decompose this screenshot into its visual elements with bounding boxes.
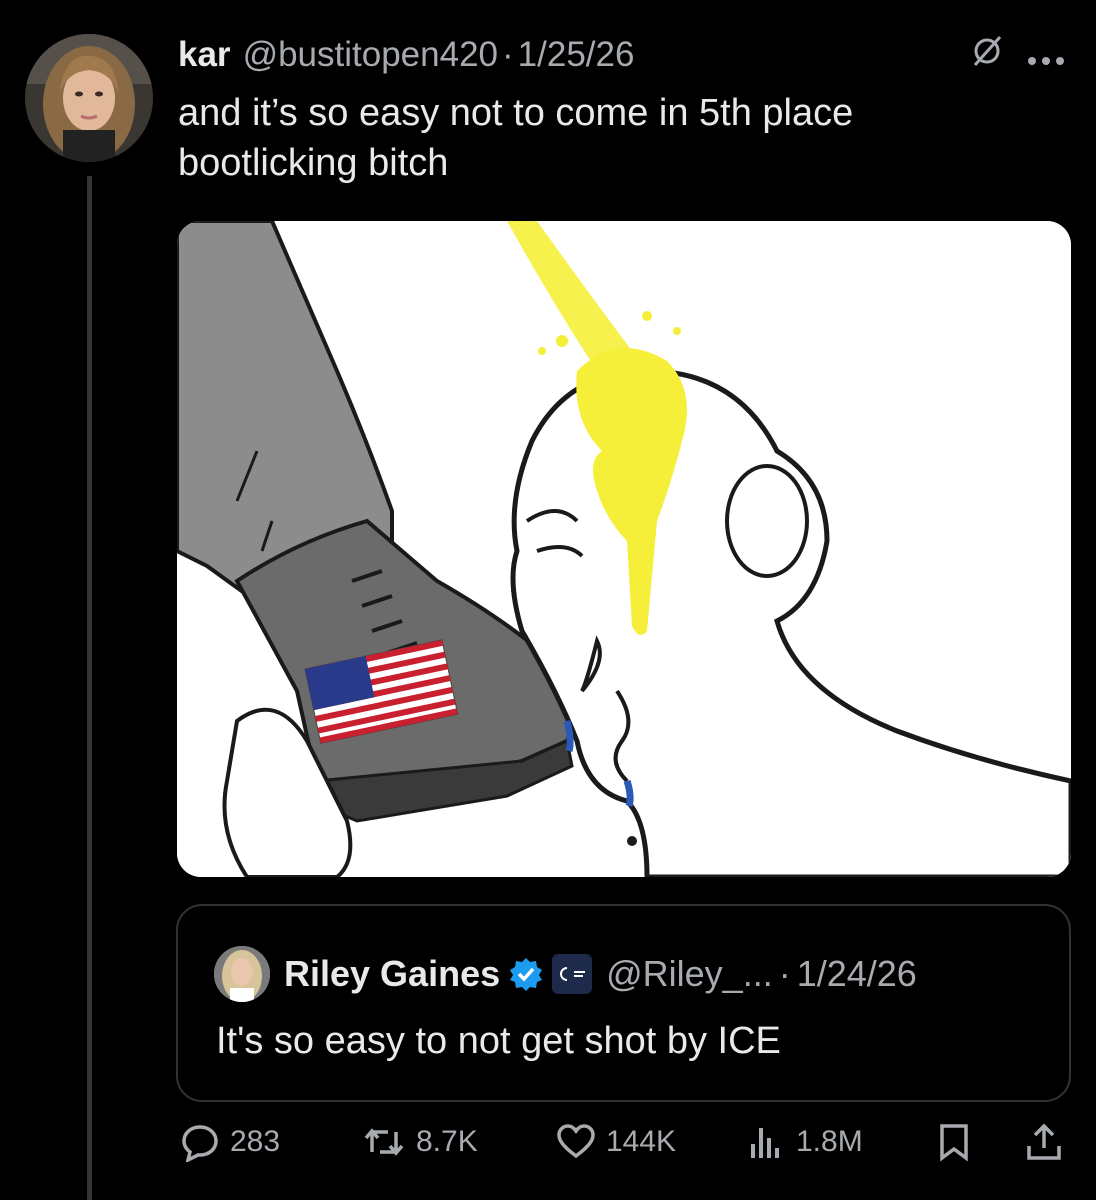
author-avatar[interactable]: [25, 34, 153, 162]
bookmark-icon: [936, 1122, 972, 1162]
quoted-post-header: Riley Gaines @Riley_... · 1/24/26: [214, 946, 917, 1002]
reply-icon: [180, 1122, 220, 1162]
post-text-line: and it’s so easy not to come in 5th plac…: [178, 92, 854, 134]
meme-illustration: [177, 221, 1071, 877]
grok-slash-icon[interactable]: [970, 34, 1004, 77]
repost-button[interactable]: 8.7K: [362, 1122, 478, 1162]
like-button[interactable]: 144K: [556, 1122, 676, 1162]
post-actions-bar: 283 8.7K 144K 1.8M: [176, 1122, 1076, 1172]
quoted-author-name[interactable]: Riley Gaines: [284, 953, 500, 995]
views-button[interactable]: 1.8M: [746, 1122, 863, 1162]
post-text: and it’s so easy not to come in 5th plac…: [178, 88, 1058, 188]
quoted-post-date[interactable]: 1/24/26: [797, 953, 917, 995]
quoted-post-text: It's so easy to not get shot by ICE: [216, 1020, 781, 1062]
view-count: 1.8M: [796, 1125, 863, 1158]
views-chart-icon: [746, 1122, 786, 1162]
quoted-author-avatar[interactable]: [214, 946, 270, 1002]
bookmark-button[interactable]: [936, 1122, 982, 1162]
author-name[interactable]: kar: [178, 35, 231, 75]
repost-icon: [362, 1122, 406, 1162]
reply-count: 283: [230, 1125, 281, 1158]
post-header: kar @bustitopen420 · 1/25/26: [178, 30, 1076, 80]
author-handle[interactable]: @bustitopen420: [243, 35, 498, 75]
affiliate-badge-icon: [552, 954, 593, 994]
post-media-image[interactable]: [177, 221, 1071, 877]
verified-badge-icon: [508, 956, 544, 992]
quoted-separator: ·: [778, 953, 791, 994]
reply-button[interactable]: 283: [180, 1122, 280, 1162]
more-dots-icon[interactable]: [1026, 36, 1066, 76]
thread-line: [87, 176, 92, 1200]
repost-count: 8.7K: [416, 1125, 478, 1158]
quoted-author-handle[interactable]: @Riley_...: [606, 953, 773, 995]
post-text-line: bootlicking bitch: [178, 142, 449, 184]
share-button[interactable]: [1024, 1122, 1074, 1162]
avatar-image: [25, 34, 153, 162]
like-count: 144K: [606, 1125, 677, 1158]
share-icon: [1024, 1122, 1064, 1162]
heart-icon: [556, 1122, 596, 1162]
header-separator: ·: [502, 35, 514, 74]
post-date[interactable]: 1/25/26: [518, 35, 635, 75]
quoted-post[interactable]: Riley Gaines @Riley_... · 1/24/26 It's s…: [176, 904, 1071, 1102]
